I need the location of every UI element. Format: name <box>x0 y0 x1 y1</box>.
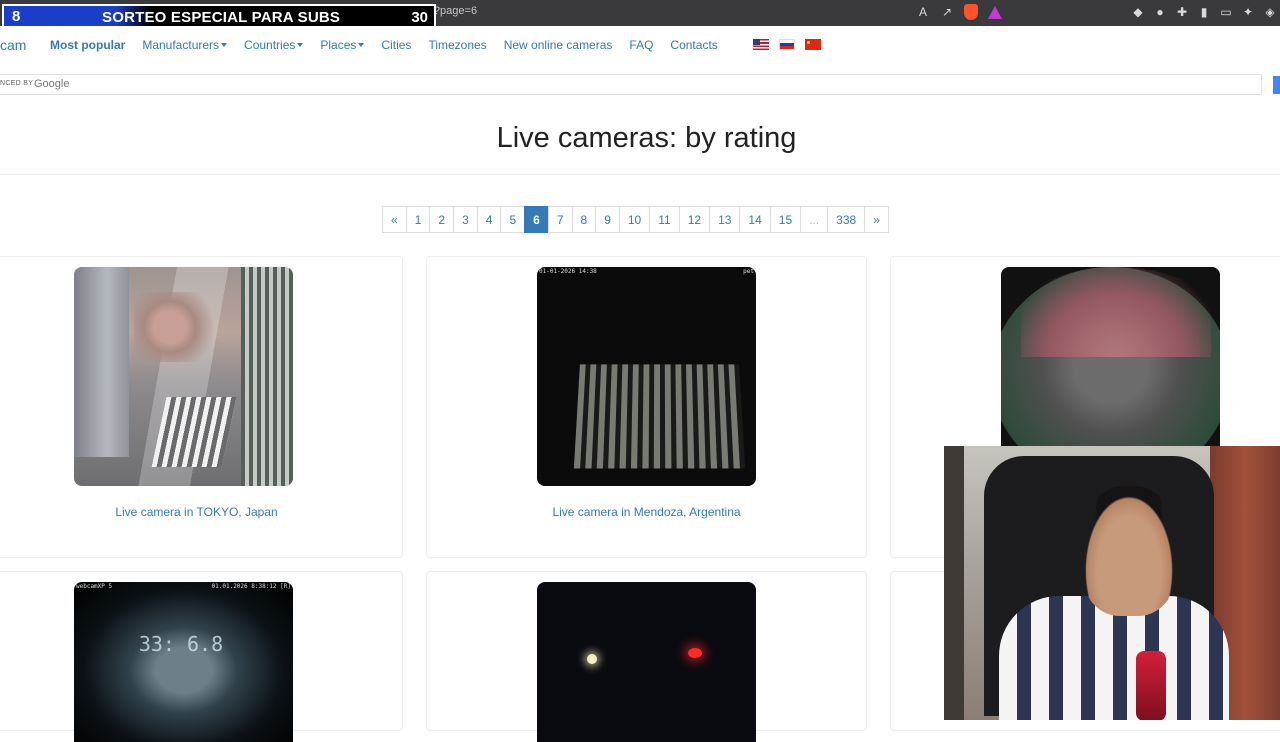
thumbnail-detail <box>241 267 293 486</box>
nav-timezones[interactable]: Timezones <box>428 38 486 52</box>
page-link[interactable]: 5 <box>500 206 525 233</box>
sidebar-icon[interactable]: ▮ <box>1196 4 1212 20</box>
banner-left-number: 8 <box>12 8 20 25</box>
camera-timestamp: 01.01.2026 8:38:12 [R] <box>212 583 291 590</box>
leo-ai-icon[interactable]: ✦ <box>1240 4 1256 20</box>
us-flag-icon[interactable] <box>753 39 769 50</box>
page-link[interactable]: 3 <box>453 206 478 233</box>
page-link[interactable]: 2 <box>429 206 454 233</box>
language-flags <box>753 39 821 50</box>
site-navbar: cam Most popular Manufacturers Countries… <box>0 26 1280 66</box>
nav-label: Timezones <box>428 38 486 52</box>
nav-manufacturers[interactable]: Manufacturers <box>142 38 227 52</box>
address-bar-actions: A ↗ <box>915 4 1003 20</box>
nav-label: Most popular <box>50 38 125 52</box>
nav-menu: Most popular Manufacturers Countries Pla… <box>50 38 735 52</box>
camera-caption-link[interactable]: Live camera in TOKYO, Japan <box>0 505 402 519</box>
camera-caption-link[interactable]: Live camera in Mendoza, Argentina <box>427 505 866 519</box>
nav-label: Cities <box>381 38 411 52</box>
translate-icon[interactable]: A <box>915 4 931 20</box>
russia-flag-icon[interactable] <box>779 39 795 50</box>
page-title: Live cameras: by rating <box>0 122 1280 155</box>
webcam-detail <box>944 446 964 720</box>
page-link[interactable]: 8 <box>572 206 597 233</box>
camera-label: webcamXP 5 <box>76 583 112 590</box>
share-icon[interactable]: ↗ <box>939 4 955 20</box>
streamer-webcam-overlay <box>944 446 1280 720</box>
page-link[interactable]: 1 <box>406 206 431 233</box>
nav-contacts[interactable]: Contacts <box>670 38 717 52</box>
nav-faq[interactable]: FAQ <box>629 38 653 52</box>
caret-down-icon <box>221 43 227 47</box>
wallet-icon[interactable]: ◆ <box>1130 4 1146 20</box>
site-logo[interactable]: cam <box>0 37 26 53</box>
page-link-current[interactable]: 6 <box>524 206 549 233</box>
nav-label: Manufacturers <box>142 38 219 52</box>
nav-label: Places <box>320 38 356 52</box>
google-search-input[interactable]: NCED BY Google <box>0 74 1262 95</box>
caret-down-icon <box>358 43 364 47</box>
nav-label: Contacts <box>670 38 717 52</box>
webcam-detail <box>1079 486 1179 616</box>
camera-card[interactable] <box>426 571 867 731</box>
search-button[interactable] <box>1273 76 1280 94</box>
camera-card[interactable]: 01-01-2026 14:38 pet Live camera in Mend… <box>426 256 867 558</box>
nav-cities[interactable]: Cities <box>381 38 411 52</box>
camera-thumbnail[interactable]: 01-01-2026 14:38 pet <box>537 267 756 486</box>
camera-thumbnail[interactable] <box>537 582 756 742</box>
page-next[interactable]: » <box>864 206 889 233</box>
thumbnail-detail <box>152 397 237 467</box>
thumbnail-detail <box>574 364 745 468</box>
camera-card[interactable]: Live camera in TOKYO, Japan <box>0 256 403 558</box>
google-logo: Google <box>34 78 69 90</box>
nav-places[interactable]: Places <box>320 38 364 52</box>
page-link[interactable]: 14 <box>739 206 770 233</box>
nav-label: New online cameras <box>504 38 613 52</box>
nav-most-popular[interactable]: Most popular <box>50 38 125 52</box>
camera-thumbnail[interactable]: webcamXP 5 01.01.2026 8:38:12 [R] 33: 6.… <box>74 582 293 742</box>
display-digits: 33: 6.8 <box>136 622 226 722</box>
browser-extensions: ◆ ● ✚ ▮ ▭ ✦ ◈ <box>1130 4 1278 20</box>
pagination: « 1 2 3 4 5 6 7 8 9 10 11 12 13 14 15 ..… <box>383 206 889 233</box>
page-link[interactable]: 11 <box>649 206 679 233</box>
divider <box>0 174 1280 175</box>
thumbnail-detail <box>1021 267 1211 357</box>
extensions-icon[interactable]: ✚ <box>1174 4 1190 20</box>
camera-timestamp: 01-01-2026 14:38 <box>539 268 597 275</box>
nav-countries[interactable]: Countries <box>244 38 303 52</box>
page-ellipsis: ... <box>800 206 828 233</box>
page-link[interactable]: 15 <box>770 206 801 233</box>
thumbnail-detail <box>74 267 129 457</box>
banner-title: SORTEO ESPECIAL PARA SUBS <box>102 9 340 26</box>
china-flag-icon[interactable] <box>805 39 821 50</box>
microphone-icon <box>1136 651 1166 720</box>
page-link[interactable]: 9 <box>595 206 620 233</box>
page-link[interactable]: 12 <box>679 206 710 233</box>
banner-right-number: 30 <box>411 9 428 26</box>
nav-new-online-cameras[interactable]: New online cameras <box>504 38 613 52</box>
nav-label: Countries <box>244 38 295 52</box>
page-prev[interactable]: « <box>382 206 407 233</box>
powered-by-label: NCED BY <box>0 80 33 87</box>
vpn-icon[interactable]: ◈ <box>1262 4 1278 20</box>
thumbnail-detail <box>587 654 597 664</box>
brave-shields-icon[interactable] <box>963 4 979 20</box>
page-link[interactable]: 13 <box>709 206 740 233</box>
thumbnail-detail <box>688 648 702 658</box>
page-link[interactable]: 7 <box>548 206 573 233</box>
page-link[interactable]: 4 <box>477 206 502 233</box>
caret-down-icon <box>297 43 303 47</box>
page-link[interactable]: 10 <box>619 206 650 233</box>
camera-label: pet <box>743 268 754 275</box>
thumbnail-detail <box>134 292 224 362</box>
camera-thumbnail[interactable] <box>74 267 293 486</box>
nav-label: FAQ <box>629 38 653 52</box>
camera-card[interactable]: webcamXP 5 01.01.2026 8:38:12 [R] 33: 6.… <box>0 571 403 731</box>
chat-icon[interactable]: ● <box>1152 4 1168 20</box>
brave-rewards-icon[interactable] <box>987 4 1003 20</box>
page-link-last[interactable]: 338 <box>827 206 865 233</box>
tabs-icon[interactable]: ▭ <box>1218 4 1234 20</box>
